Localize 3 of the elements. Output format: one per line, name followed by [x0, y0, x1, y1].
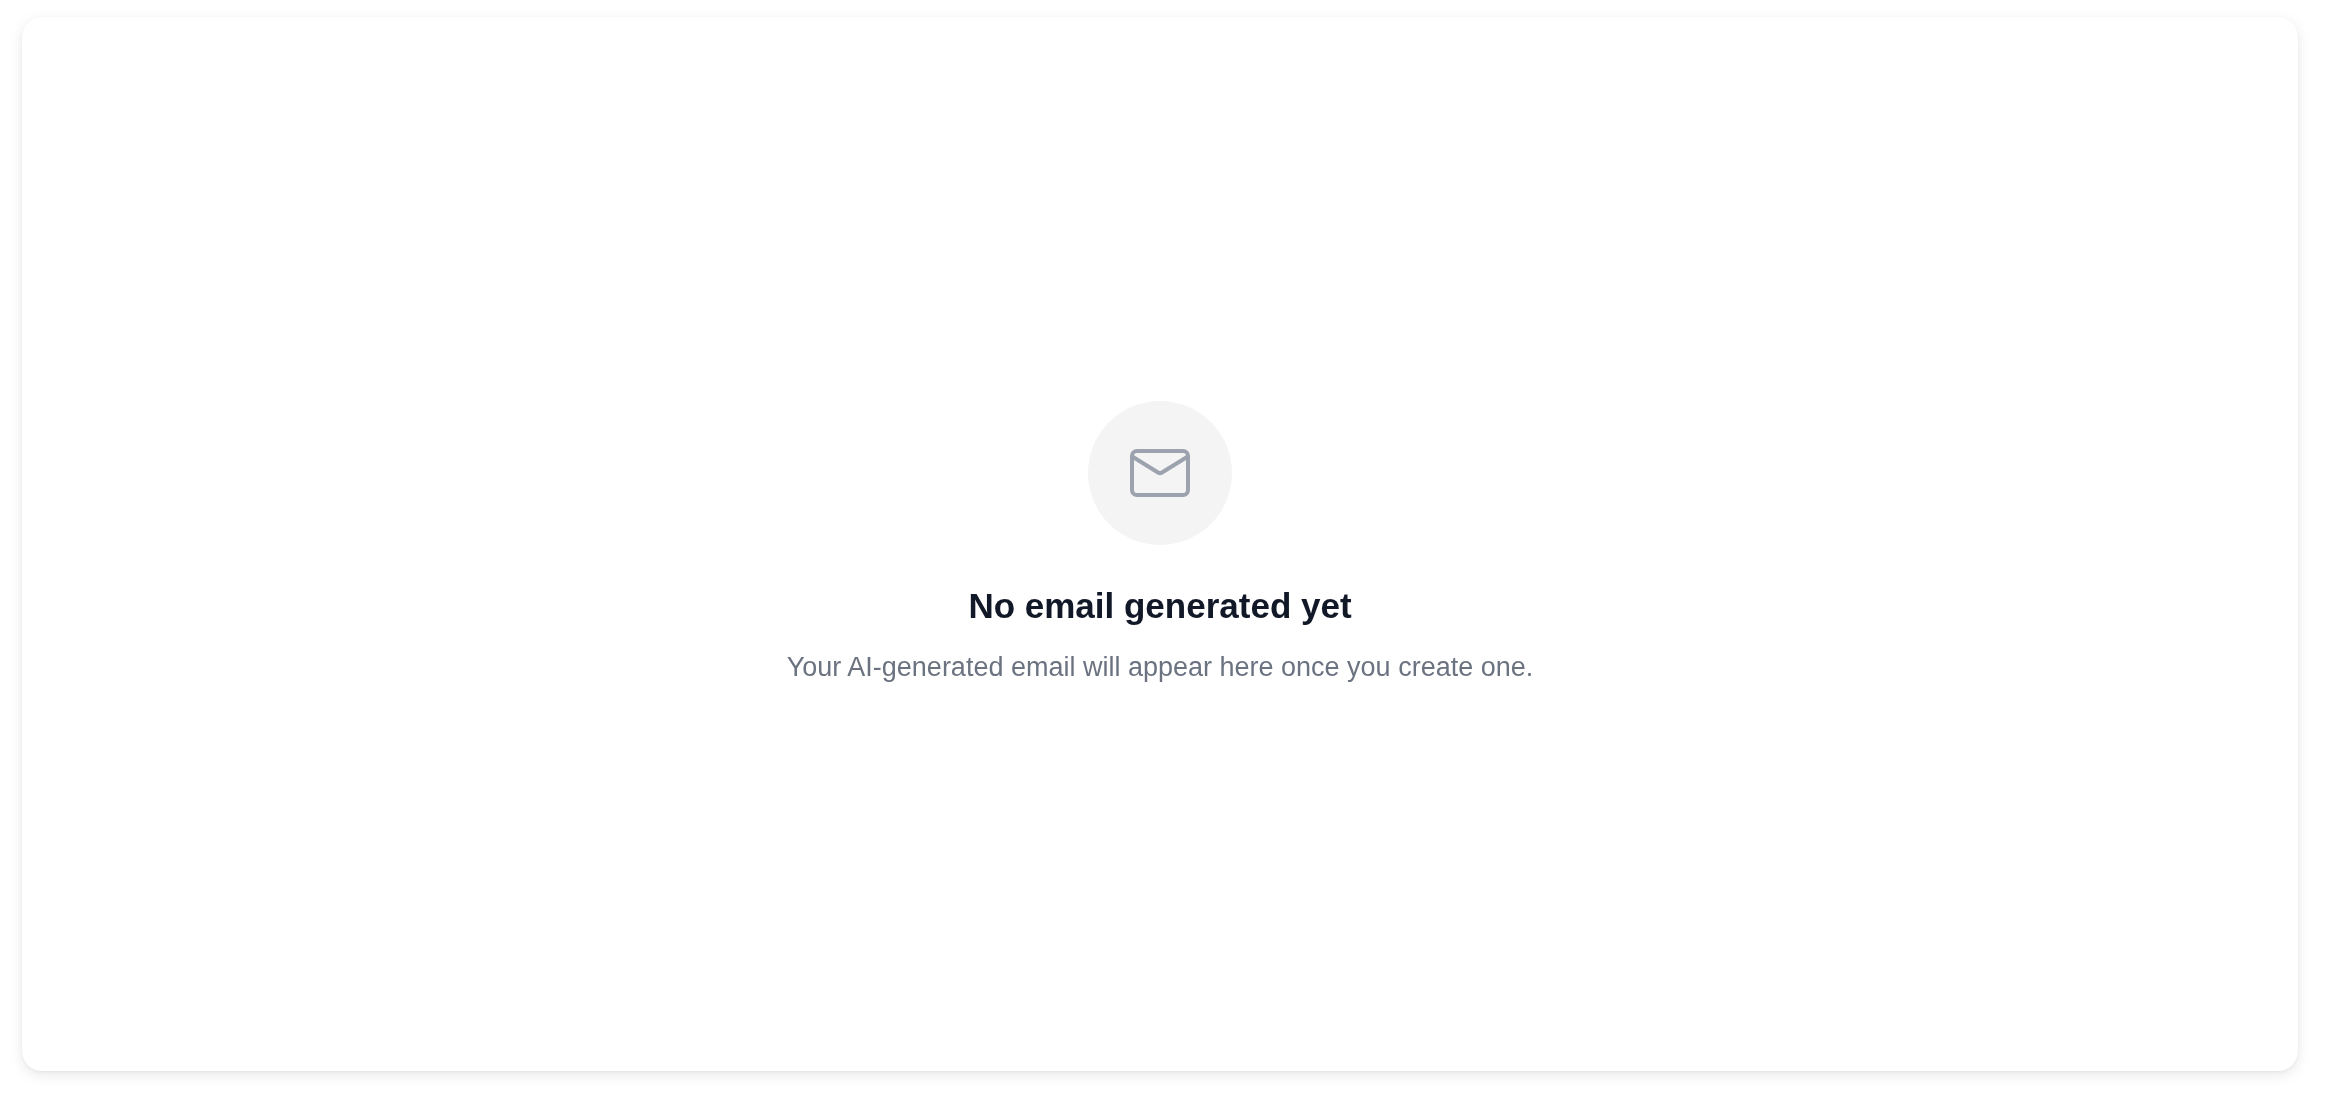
empty-state-title: No email generated yet	[968, 585, 1352, 627]
mail-icon	[1088, 401, 1232, 545]
empty-state-message: Your AI-generated email will appear here once you create one.	[786, 651, 1534, 684]
